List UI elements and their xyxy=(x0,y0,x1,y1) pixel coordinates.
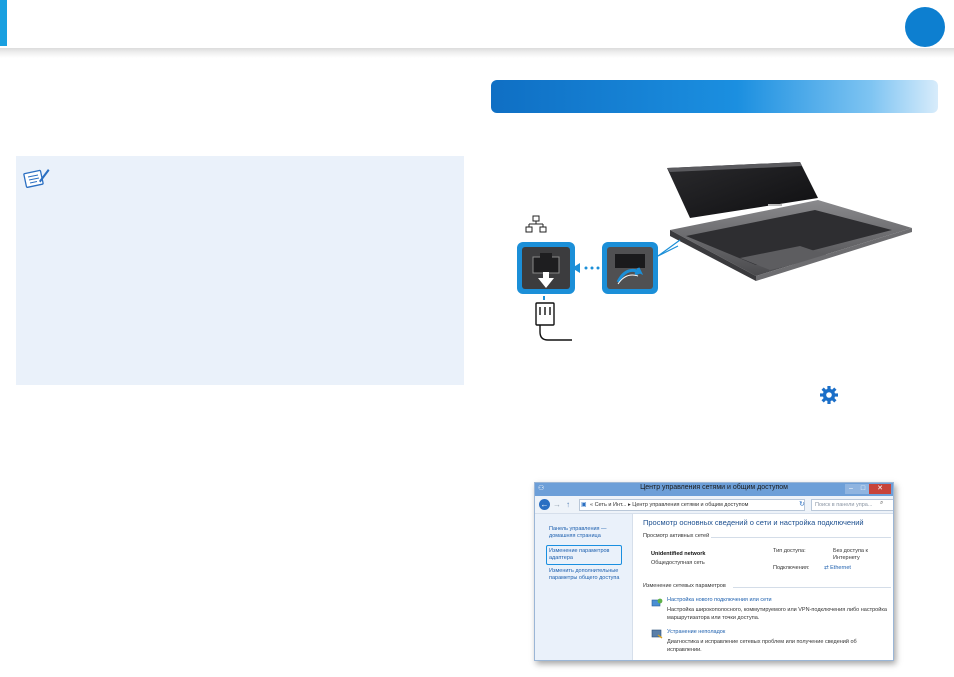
lan-port-icon xyxy=(517,242,575,294)
note-pencil-icon xyxy=(23,169,50,188)
address-bar[interactable]: « Сеть и Инт... ▸ Центр управления сетям… xyxy=(579,499,805,511)
sidebar-item-control-panel-home[interactable]: Панель управления — домашняя страница xyxy=(549,526,629,540)
page-title: Просмотр основных сведений о сети и наст… xyxy=(643,518,864,527)
laptop-port-closeup xyxy=(602,242,658,294)
address-toolbar: ← → ↑ « Сеть и Инт... ▸ Центр управления… xyxy=(535,496,893,514)
troubleshoot-icon xyxy=(651,629,663,639)
laptop-lan-illustration xyxy=(517,162,912,341)
network-sharing-center-window: ⚇ Центр управления сетями и общим доступ… xyxy=(534,482,894,661)
section-divider xyxy=(733,587,891,588)
refresh-button[interactable]: ↻ xyxy=(799,499,808,510)
gear-icon xyxy=(820,386,838,404)
new-connection-icon xyxy=(651,598,663,607)
active-networks-label: Просмотр активных сетей xyxy=(643,533,710,539)
network-name: Unidentified network xyxy=(651,551,706,557)
ethernet-connection-label: Ethernet xyxy=(830,565,851,571)
header-divider xyxy=(0,48,954,58)
sidebar-item-advanced-sharing[interactable]: Изменить дополнительные параметры общего… xyxy=(549,568,629,582)
change-settings-label: Изменение сетевых параметров xyxy=(643,583,726,589)
ethernet-connection-link[interactable]: ⇄ Ethernet xyxy=(824,565,874,572)
adapter-settings-highlight xyxy=(546,545,622,565)
network-icon xyxy=(525,215,547,233)
header-accent-bar xyxy=(0,0,7,46)
ethernet-cable-icon xyxy=(535,296,572,341)
up-button[interactable]: ↑ xyxy=(566,499,576,510)
note-box xyxy=(16,156,464,385)
main-panel: Просмотр основных сведений о сети и наст… xyxy=(633,514,893,660)
new-connection-desc: Настройка широкополосного, коммутируемог… xyxy=(667,607,887,621)
troubleshoot-desc: Диагностика и исправление сетевых пробле… xyxy=(667,639,857,653)
new-connection-link[interactable]: Настройка нового подключения или сети xyxy=(667,597,772,603)
section-divider xyxy=(711,537,891,538)
troubleshoot-link[interactable]: Устранение неполадок xyxy=(667,629,725,635)
control-panel-icon: ▣ xyxy=(581,502,587,508)
forward-button[interactable]: → xyxy=(553,499,563,510)
ethernet-icon: ⇄ xyxy=(824,565,829,571)
network-type-link[interactable]: Общедоступная сеть xyxy=(651,560,705,566)
page-number-badge xyxy=(905,7,945,47)
window-title: Центр управления сетями и общим доступом xyxy=(640,484,788,491)
direction-arrow xyxy=(572,263,600,273)
connections-label: Подключения: xyxy=(773,565,810,571)
minimize-button[interactable]: – xyxy=(845,484,857,494)
maximize-button[interactable]: □ xyxy=(857,484,869,494)
access-type-value: Без доступа к Интернету xyxy=(833,548,868,561)
search-icon[interactable]: ⌕ xyxy=(880,500,883,507)
access-type-label: Тип доступа: xyxy=(773,548,806,554)
close-button[interactable]: ✕ xyxy=(869,484,891,494)
section-header-bar xyxy=(491,80,938,113)
sidebar: Панель управления — домашняя страница Из… xyxy=(535,514,633,660)
back-button[interactable]: ← xyxy=(539,499,550,510)
window-titlebar[interactable]: ⚇ Центр управления сетями и общим доступ… xyxy=(535,483,893,496)
